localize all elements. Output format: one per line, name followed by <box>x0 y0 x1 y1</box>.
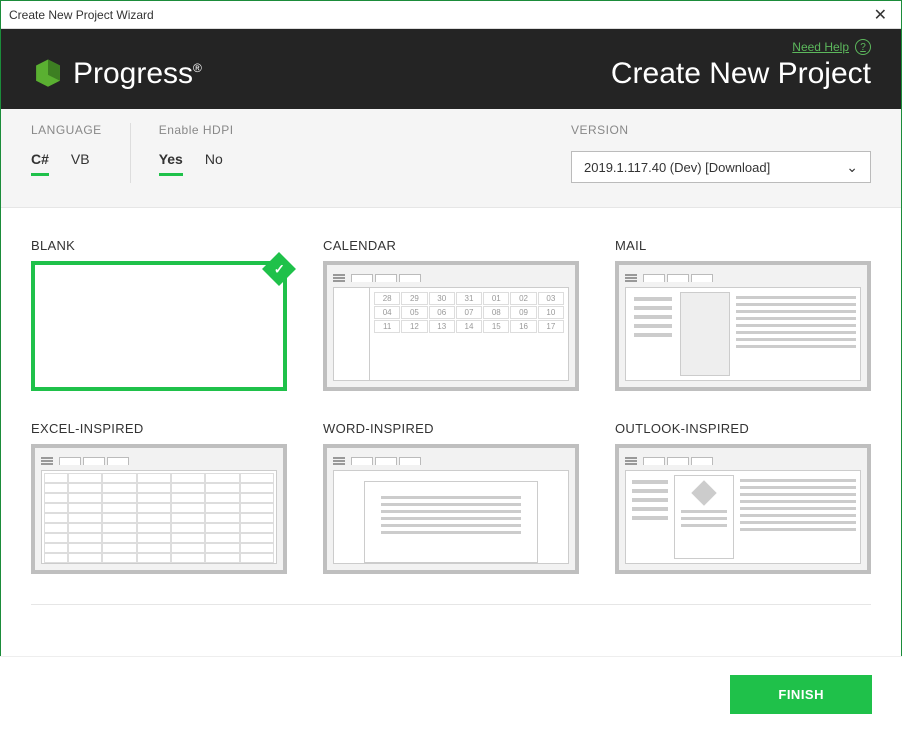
template-label: BLANK <box>31 238 287 253</box>
options-bar: LANGUAGE C# VB Enable HDPI Yes No VERSIO… <box>1 109 901 208</box>
footer: FINISH <box>0 656 902 732</box>
help-link-text: Need Help <box>792 40 849 54</box>
template-label: OUTLOOK-INSPIRED <box>615 421 871 436</box>
template-label: EXCEL-INSPIRED <box>31 421 287 436</box>
template-label: CALENDAR <box>323 238 579 253</box>
templates-grid: BLANK CALENDAR 2829303101020304050607080… <box>1 208 901 604</box>
version-value: 2019.1.117.40 (Dev) [Download] <box>584 160 770 175</box>
hamburger-icon <box>333 457 345 465</box>
help-icon: ? <box>855 39 871 55</box>
template-calendar[interactable]: CALENDAR 2829303101020304050607080910111… <box>323 238 579 391</box>
template-preview <box>615 261 871 391</box>
hamburger-icon <box>41 457 53 465</box>
hdpi-tab-yes[interactable]: Yes <box>159 151 183 176</box>
template-label: MAIL <box>615 238 871 253</box>
hamburger-icon <box>333 274 345 282</box>
template-excel[interactable]: EXCEL-INSPIRED <box>31 421 287 574</box>
check-icon <box>262 252 296 286</box>
close-icon[interactable]: ✕ <box>868 5 893 25</box>
hdpi-label: Enable HDPI <box>159 123 234 137</box>
language-tab-csharp[interactable]: C# <box>31 151 49 176</box>
help-link[interactable]: Need Help ? <box>792 39 871 55</box>
brand-logo: Progress® <box>31 57 202 91</box>
language-group: LANGUAGE C# VB <box>31 123 102 176</box>
chevron-down-icon: ⌄ <box>846 159 858 176</box>
window-title: Create New Project Wizard <box>9 8 154 22</box>
divider <box>130 123 131 183</box>
header: Need Help ? Progress® Create New Project <box>1 29 901 109</box>
finish-button[interactable]: FINISH <box>730 675 872 714</box>
template-word[interactable]: WORD-INSPIRED <box>323 421 579 574</box>
divider <box>31 604 871 605</box>
version-select[interactable]: 2019.1.117.40 (Dev) [Download] ⌄ <box>571 151 871 183</box>
language-tab-vb[interactable]: VB <box>71 151 90 176</box>
template-preview: 2829303101020304050607080910111213141516… <box>323 261 579 391</box>
hdpi-tab-no[interactable]: No <box>205 151 223 176</box>
hdpi-group: Enable HDPI Yes No <box>159 123 234 176</box>
hamburger-icon <box>625 274 637 282</box>
page-title: Create New Project <box>611 57 871 91</box>
template-preview <box>31 261 287 391</box>
template-label: WORD-INSPIRED <box>323 421 579 436</box>
template-outlook[interactable]: OUTLOOK-INSPIRED <box>615 421 871 574</box>
brand-text: Progress® <box>73 57 202 91</box>
template-preview <box>615 444 871 574</box>
version-group: VERSION 2019.1.117.40 (Dev) [Download] ⌄ <box>571 123 871 183</box>
window-titlebar: Create New Project Wizard ✕ <box>1 1 901 29</box>
language-label: LANGUAGE <box>31 123 102 137</box>
template-mail[interactable]: MAIL <box>615 238 871 391</box>
template-preview <box>31 444 287 574</box>
template-blank[interactable]: BLANK <box>31 238 287 391</box>
hamburger-icon <box>625 457 637 465</box>
version-label: VERSION <box>571 123 871 137</box>
progress-icon <box>31 57 65 91</box>
template-preview <box>323 444 579 574</box>
